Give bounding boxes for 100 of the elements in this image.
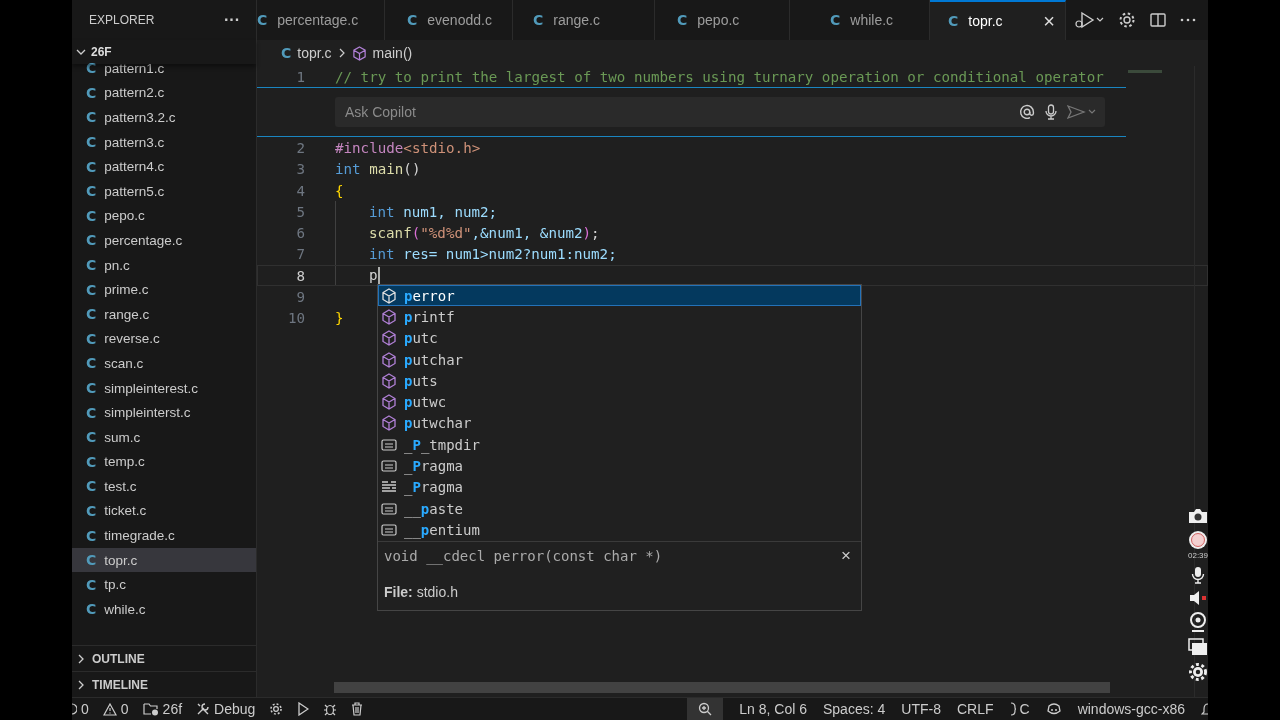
camera-icon[interactable]	[1188, 508, 1208, 524]
copilot-chat-field[interactable]: Ask Copilot	[335, 97, 1105, 128]
code-line: p	[369, 266, 380, 285]
speaker-icon[interactable]	[1189, 590, 1207, 606]
send-icon[interactable]	[1067, 104, 1097, 121]
configuration-status[interactable]: windows-gcc-x86	[1077, 701, 1185, 717]
record-icon[interactable]	[1188, 530, 1208, 550]
file-item[interactable]: C sum.c	[72, 424, 256, 450]
cube-icon	[381, 330, 397, 347]
suggestion-item[interactable]: _P_tmpdir	[378, 434, 861, 456]
file-item[interactable]: C tp.c	[72, 572, 256, 598]
settings-icon[interactable]	[1118, 11, 1136, 29]
close-button[interactable]: ×	[837, 545, 855, 566]
file-item[interactable]: C scan.c	[72, 351, 256, 376]
code-line: #include<stdio.h>	[335, 139, 481, 156]
ask-copilot-field[interactable]: Ask Copilot	[343, 103, 1009, 122]
suggestion-item[interactable]: _Pragma	[378, 455, 861, 477]
suggestion-item[interactable]: perror	[378, 285, 861, 307]
folder-status[interactable]: 26f	[142, 701, 183, 717]
code-line: scanf("%d%d",&num1, &num2);	[369, 225, 600, 242]
suggestion-item[interactable]: putc	[378, 327, 861, 349]
warnings-status[interactable]: 0	[102, 701, 129, 717]
split-editor-icon[interactable]	[1150, 12, 1166, 28]
cursor-position[interactable]: Ln 8, Col 6	[739, 701, 807, 717]
file-item[interactable]: C pepo.c	[72, 203, 256, 229]
suggestion-item[interactable]: _Pragma	[378, 476, 861, 498]
more-icon[interactable]	[1180, 17, 1196, 23]
file-item[interactable]: C range.c	[72, 301, 256, 327]
line-number: 3	[295, 161, 305, 178]
cube-icon	[381, 287, 397, 304]
file-item[interactable]: C ticket.c	[72, 498, 256, 524]
file-item[interactable]: C timegrade.c	[72, 523, 256, 548]
file-item[interactable]: C pattern2.c	[72, 80, 256, 106]
suggestion-item[interactable]: __pentium	[378, 519, 861, 541]
editor-tab[interactable]: C pepo.c	[655, 0, 790, 40]
file-item[interactable]: C pattern5.c	[72, 178, 256, 204]
line-number: 5	[295, 203, 305, 220]
horizontal-scrollbar[interactable]	[334, 682, 1110, 693]
code-line: // try to print the largest of two numbers using turnary operation or conditional operator	[335, 68, 1104, 85]
line-ending-status[interactable]: CRLF	[956, 701, 994, 717]
file-item[interactable]: C pattern3.2.c	[72, 105, 256, 130]
line-number: 9	[295, 289, 305, 305]
breadcrumb-item[interactable]: topr.c	[297, 45, 332, 61]
mention-icon[interactable]	[1019, 104, 1035, 121]
file-item[interactable]: C percentage.c	[72, 228, 256, 253]
chevron-icon	[76, 679, 86, 690]
file-item[interactable]: C while.c	[72, 597, 256, 622]
trash-icon[interactable]	[351, 702, 364, 716]
file-item[interactable]: C test.c	[72, 474, 256, 499]
play-icon[interactable]	[297, 702, 310, 716]
run-debug-icon[interactable]	[1074, 11, 1104, 29]
suggestion-item[interactable]: puts	[378, 370, 861, 392]
line-number: 8	[295, 267, 305, 284]
file-item[interactable]: C temp.c	[72, 449, 256, 475]
suggestion-item[interactable]: p rintf	[378, 306, 861, 328]
build-status[interactable]: Debug	[196, 701, 256, 717]
file-item[interactable]: C pattern3.c	[72, 129, 256, 155]
suggestion-item[interactable]: putchar	[378, 348, 861, 371]
zoom-button[interactable]	[687, 698, 724, 720]
error-icon	[72, 703, 77, 715]
microphone-icon[interactable]	[1191, 566, 1205, 584]
suggestion-item[interactable]: putwchar	[378, 412, 861, 435]
text-block-icon	[381, 500, 397, 517]
section-header[interactable]: OUTLINE	[72, 645, 256, 671]
file-item[interactable]: C pn.c	[72, 252, 256, 278]
more-button[interactable]: ···	[220, 11, 244, 29]
editor-tab[interactable]: C percentage.c	[257, 0, 385, 40]
editor-tab[interactable]: C topr.c ×	[930, 0, 1066, 40]
file-item[interactable]: C topr.c	[72, 547, 256, 573]
breadcrumb-item[interactable]: main()	[372, 45, 413, 61]
file-item[interactable]: C simpleinterst.c	[72, 400, 256, 425]
cube-icon	[351, 45, 367, 61]
file-item[interactable]: C pattern4.c	[72, 154, 256, 179]
bug-icon[interactable]	[323, 702, 338, 716]
language-status[interactable]: C	[1009, 701, 1030, 717]
warning-icon	[102, 702, 117, 716]
file-item[interactable]: C reverse.c	[72, 326, 256, 352]
file-item[interactable]: C prime.c	[72, 277, 256, 302]
editor-tab[interactable]: C range.c	[513, 0, 655, 40]
cube-icon	[381, 394, 397, 411]
code-line: int main()	[335, 161, 421, 178]
line-number: 10	[286, 310, 305, 327]
encoding-status[interactable]: UTF-8	[901, 701, 941, 717]
cube-icon	[381, 308, 397, 325]
line-number: 4	[295, 182, 305, 199]
settings-icon[interactable]	[269, 702, 284, 716]
file-item[interactable]: C simpleinterest.c	[72, 375, 256, 401]
indentation-status[interactable]: Spaces: 4	[823, 701, 886, 717]
windows-icon[interactable]	[1188, 638, 1208, 656]
suggestion-item[interactable]: putwc	[378, 391, 861, 413]
chevron-icon	[76, 47, 86, 57]
suggestion-item[interactable]: __paste	[378, 497, 861, 520]
microphone-icon[interactable]	[1045, 104, 1057, 121]
copilot-icon[interactable]	[1045, 702, 1062, 716]
bell-icon[interactable]	[1201, 702, 1208, 716]
errors-status[interactable]: 0	[72, 701, 89, 717]
editor-tab[interactable]: C evenodd.c	[385, 0, 513, 40]
webcam-icon[interactable]	[1189, 612, 1207, 632]
text-block-icon	[381, 521, 397, 538]
line-number: 7	[295, 246, 305, 263]
